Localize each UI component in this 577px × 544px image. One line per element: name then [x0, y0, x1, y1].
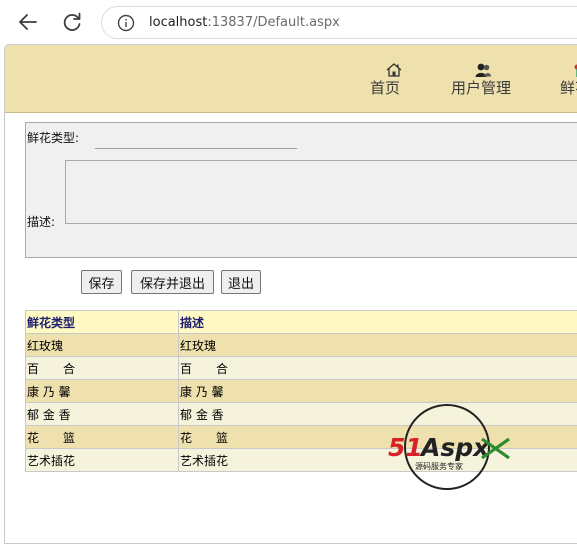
table-row[interactable]: 红玫瑰 红玫瑰 — [26, 334, 577, 357]
watermark-brand-num: 51 — [388, 433, 423, 462]
save-and-exit-button[interactable]: 保存并退出 — [131, 270, 214, 294]
nav-label-users: 用户管理 — [451, 77, 511, 98]
cell-type: 百 合 — [26, 357, 179, 380]
save-button[interactable]: 保存 — [81, 270, 122, 294]
url-path: :13837/Default.aspx — [207, 15, 339, 30]
nav-item-users[interactable]: 用户管理 — [451, 62, 521, 102]
cell-type: 花 篮 — [26, 426, 179, 449]
column-header-description[interactable]: 描述 — [179, 311, 577, 334]
url-text[interactable]: localhost:13837/Default.aspx — [149, 14, 340, 32]
address-bar[interactable]: localhost:13837/Default.aspx — [101, 6, 577, 39]
flower-edit-form: 鲜花类型: 描述: — [25, 122, 577, 258]
home-icon — [385, 62, 403, 78]
users-icon — [474, 62, 492, 78]
description-textarea[interactable] — [65, 160, 577, 224]
watermark-tagline: 源码服务专家 — [415, 461, 463, 471]
cell-description: 艺术插花 — [179, 449, 577, 472]
flower-icon — [568, 62, 577, 78]
flower-type-input[interactable] — [95, 134, 297, 149]
cell-description: 百 合 — [179, 357, 577, 380]
table-row[interactable]: 康 乃 馨 康 乃 馨 — [26, 380, 577, 403]
site-info-icon[interactable] — [117, 14, 135, 32]
cell-type: 康 乃 馨 — [26, 380, 179, 403]
cell-description: 康 乃 馨 — [179, 380, 577, 403]
reload-icon[interactable] — [58, 8, 86, 36]
watermark-brand-word: Aspx — [419, 433, 490, 462]
nav-label-home: 首页 — [370, 77, 400, 98]
nav-label-flowers: 鲜花 — [560, 77, 577, 98]
watermark-logo: 51 Aspx 源码服务专家 — [384, 402, 514, 492]
exit-button[interactable]: 退出 — [221, 270, 261, 294]
cell-description: 红玫瑰 — [179, 334, 577, 357]
cell-description: 郁 金 香 — [179, 403, 577, 426]
table-header-row: 鲜花类型 描述 — [26, 311, 577, 334]
cell-type: 艺术插花 — [26, 449, 179, 472]
cell-type: 郁 金 香 — [26, 403, 179, 426]
cell-description: 花 篮 — [179, 426, 577, 449]
table-row[interactable]: 百 合 百 合 — [26, 357, 577, 380]
url-host: localhost — [149, 15, 207, 30]
nav-item-home[interactable]: 首页 — [370, 62, 410, 102]
description-label: 描述: — [27, 213, 55, 230]
site-header: 首页 用户管理 鲜花 — [5, 45, 577, 113]
flower-type-label: 鲜花类型: — [27, 129, 79, 146]
back-arrow-icon[interactable] — [14, 8, 42, 36]
browser-toolbar: localhost:13837/Default.aspx — [0, 0, 577, 44]
column-header-type[interactable]: 鲜花类型 — [26, 311, 179, 334]
cell-type: 红玫瑰 — [26, 334, 179, 357]
nav-item-flowers[interactable]: 鲜花 — [560, 62, 577, 102]
